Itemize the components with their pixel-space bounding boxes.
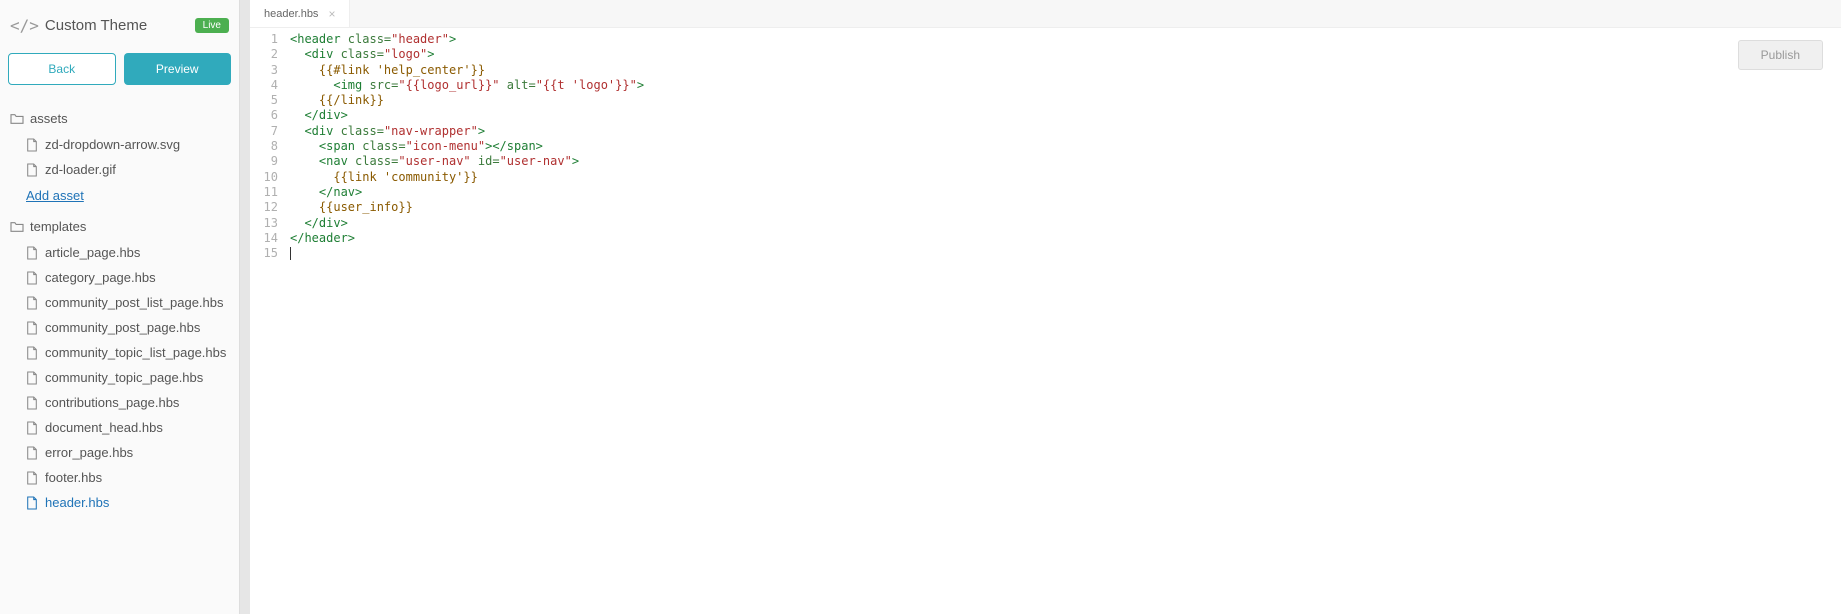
file-item[interactable]: zd-loader.gif [8,157,231,182]
file-icon [26,496,38,510]
file-item[interactable]: zd-dropdown-arrow.svg [8,132,231,157]
assets-folder[interactable]: assets [8,105,231,132]
file-item[interactable]: contributions_page.hbs [8,390,231,415]
file-item[interactable]: community_topic_page.hbs [8,365,231,390]
editor-pane: header.hbs × Publish 1234567891011121314… [250,0,1841,614]
file-icon [26,321,38,335]
back-button[interactable]: Back [8,53,116,85]
file-icon [26,346,38,360]
code-icon: </> [10,16,39,35]
file-label: error_page.hbs [45,445,133,460]
file-item[interactable]: community_post_page.hbs [8,315,231,340]
page-title: Custom Theme [45,17,189,34]
file-icon [26,271,38,285]
file-item[interactable]: error_page.hbs [8,440,231,465]
status-badge: Live [195,18,229,33]
close-icon[interactable]: × [328,7,335,21]
file-icon [26,396,38,410]
file-icon [26,138,38,152]
file-label: zd-loader.gif [45,162,116,177]
file-icon [26,371,38,385]
file-label: document_head.hbs [45,420,163,435]
file-icon [26,446,38,460]
file-item[interactable]: footer.hbs [8,465,231,490]
tab-label: header.hbs [264,8,318,20]
folder-icon [10,113,24,125]
file-icon [26,421,38,435]
file-item[interactable]: community_topic_list_page.hbs [8,340,231,365]
sidebar-header: </> Custom Theme Live [8,12,231,45]
file-label: category_page.hbs [45,270,156,285]
file-label: zd-dropdown-arrow.svg [45,137,180,152]
publish-button[interactable]: Publish [1738,40,1823,70]
file-label: community_topic_page.hbs [45,370,203,385]
file-item[interactable]: document_head.hbs [8,415,231,440]
file-label: footer.hbs [45,470,102,485]
add-asset-link[interactable]: Add asset [8,182,231,209]
folder-icon [10,221,24,233]
tab-header-hbs[interactable]: header.hbs × [250,0,350,27]
templates-label: templates [30,219,86,234]
sidebar-scrollbar[interactable] [240,0,250,614]
file-item[interactable]: category_page.hbs [8,265,231,290]
file-icon [26,471,38,485]
file-label: community_post_page.hbs [45,320,200,335]
file-item[interactable]: community_post_list_page.hbs [8,290,231,315]
button-row: Back Preview [8,53,231,85]
file-label: article_page.hbs [45,245,140,260]
file-item[interactable]: article_page.hbs [8,240,231,265]
assets-label: assets [30,111,68,126]
file-icon [26,163,38,177]
preview-button[interactable]: Preview [124,53,232,85]
tab-bar: header.hbs × [250,0,1841,28]
file-label: contributions_page.hbs [45,395,179,410]
templates-folder[interactable]: templates [8,213,231,240]
templates-section: templates article_page.hbs category_page.… [8,213,231,515]
code-area[interactable]: <header class="header"> <div class="logo… [290,32,1841,614]
file-icon [26,296,38,310]
file-icon [26,246,38,260]
assets-section: assets zd-dropdown-arrow.svg zd-loader.gi… [8,105,231,209]
sidebar: </> Custom Theme Live Back Preview asset… [0,0,240,614]
line-gutter: 123456789101112131415 [250,32,290,614]
file-label: header.hbs [45,495,109,510]
file-item[interactable]: header.hbs [8,490,231,515]
file-label: community_post_list_page.hbs [45,295,224,310]
code-editor[interactable]: 123456789101112131415 <header class="hea… [250,28,1841,614]
file-label: community_topic_list_page.hbs [45,345,226,360]
